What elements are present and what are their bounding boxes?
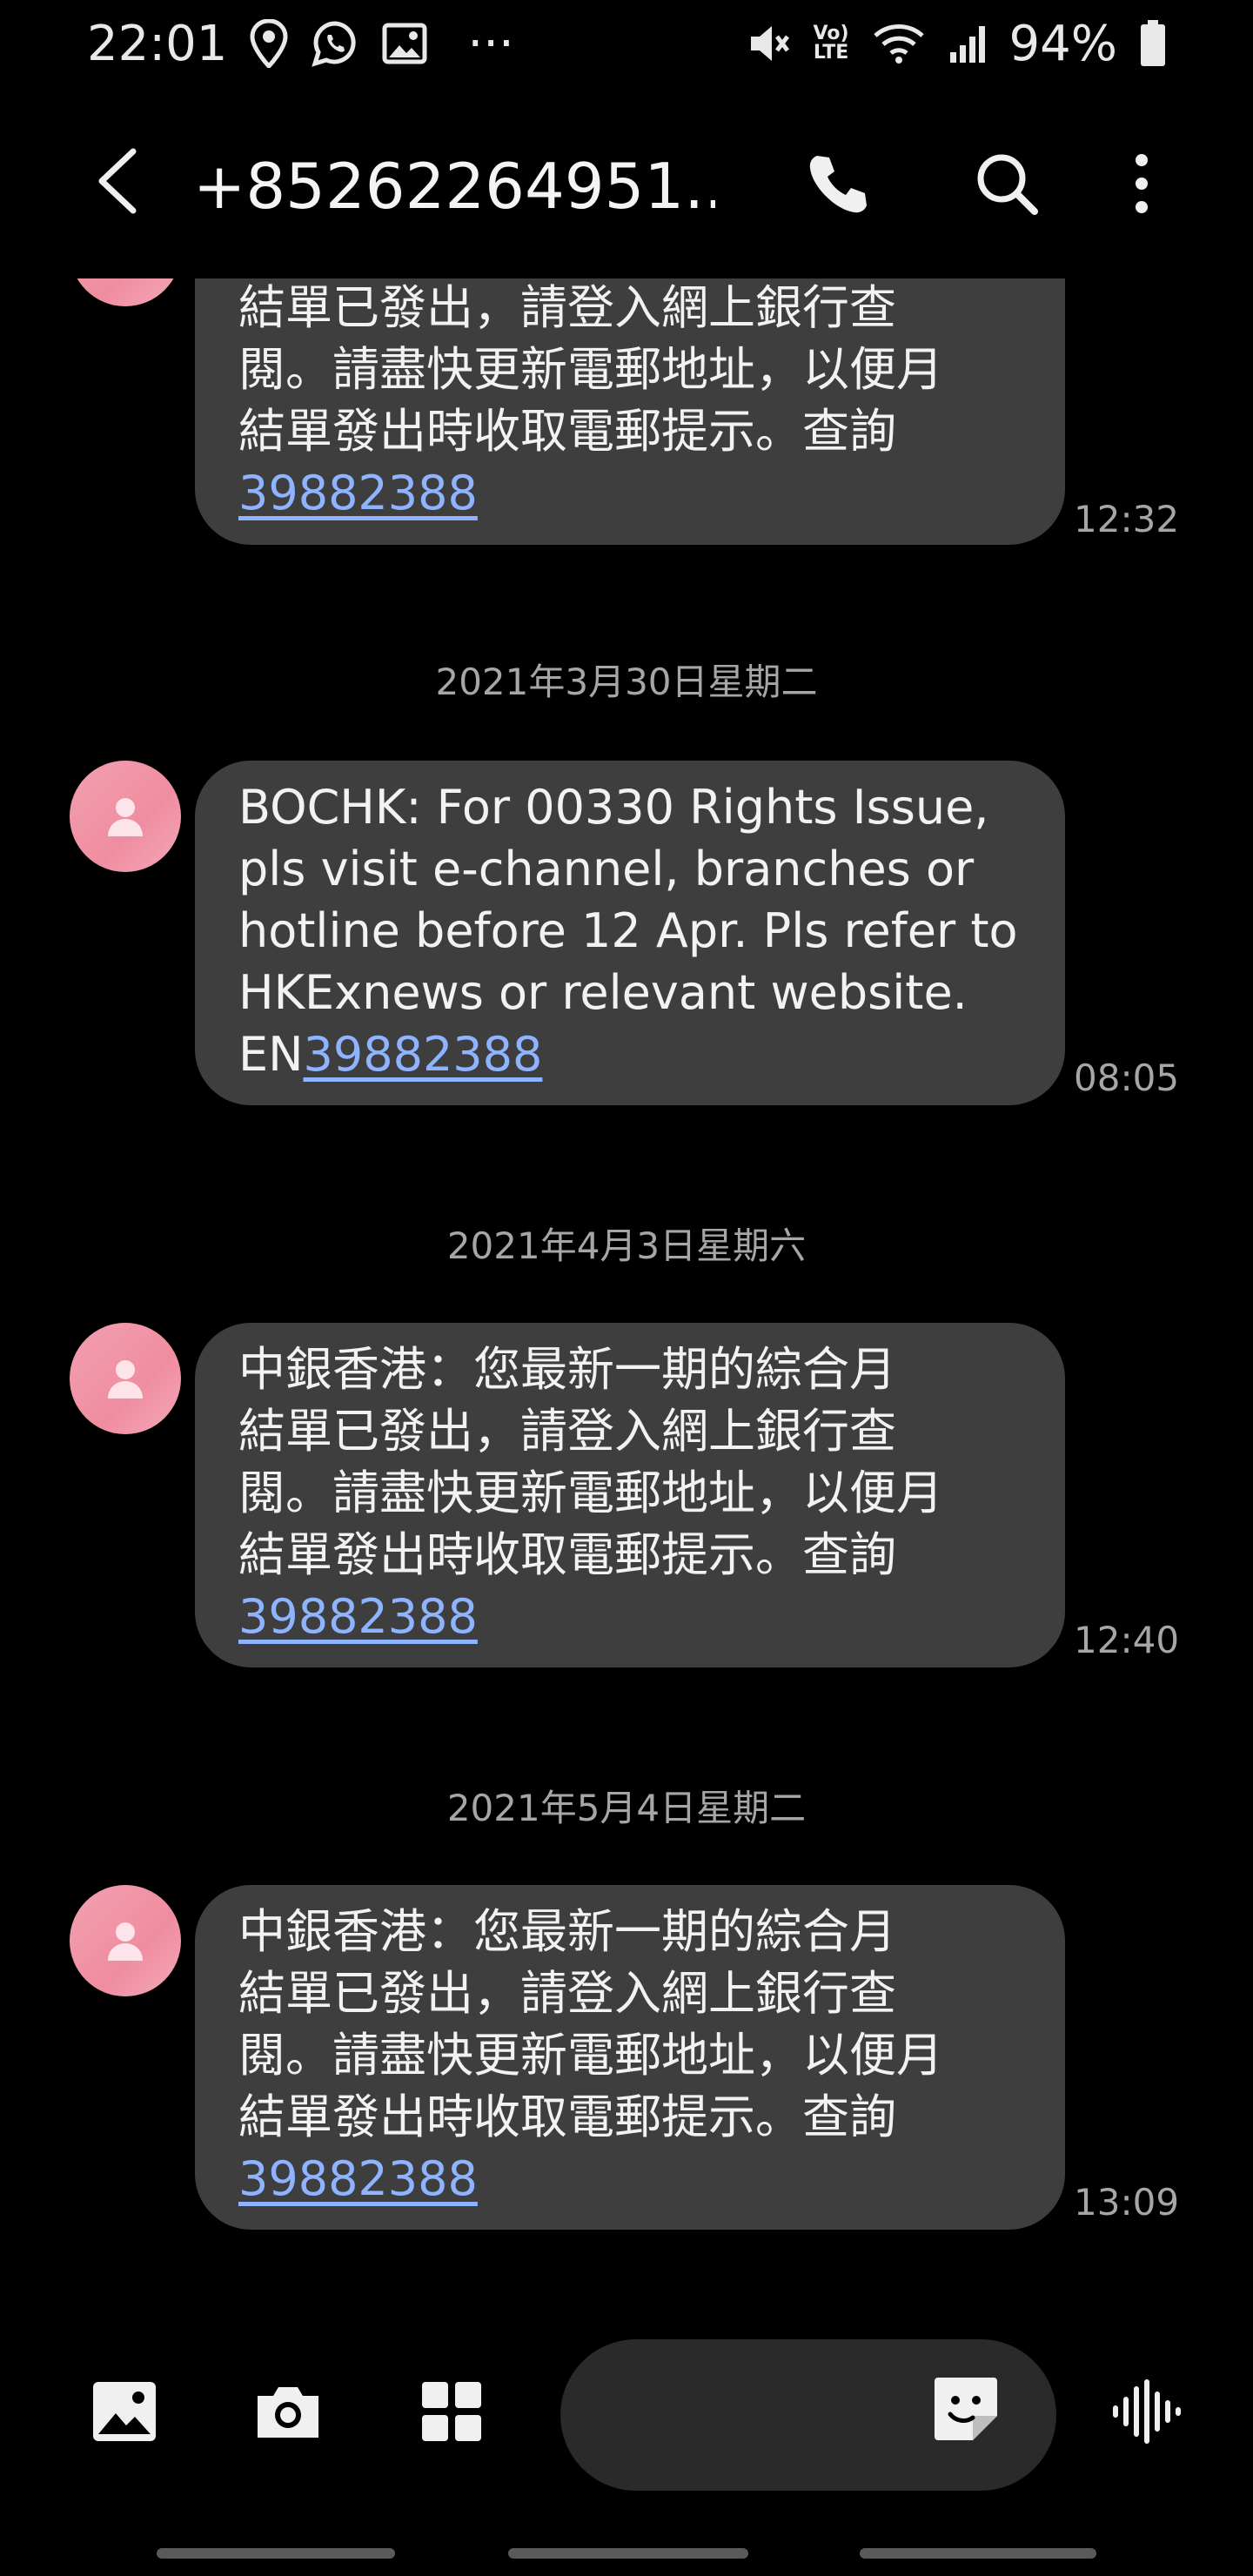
message-bubble[interactable]: 中銀香港：您最新一期的綜合月 結單已發出，請登入網上銀行查 閱。請盡快更新電郵地… — [195, 1323, 1065, 1667]
more-vert-icon — [1133, 153, 1150, 218]
call-button[interactable] — [799, 146, 877, 225]
person-icon — [108, 798, 143, 836]
phone-icon — [805, 151, 871, 220]
battery-percent: 94% — [1008, 15, 1117, 72]
phone-link[interactable]: 39882388 — [238, 466, 478, 520]
apps-button[interactable] — [404, 2365, 499, 2461]
phone-link[interactable]: 39882388 — [238, 2151, 478, 2206]
composer-bar — [0, 2332, 1253, 2491]
search-button[interactable] — [968, 146, 1046, 225]
message-line: 閱。請盡快更新電郵地址，以便月 — [238, 1466, 943, 1520]
volte-icon: Vo) LTE — [814, 24, 849, 63]
wifi-icon — [872, 22, 926, 65]
date-separator: 2021年4月3日星期六 — [446, 1224, 807, 1267]
message-line: BOCHK: For 00330 Rights Issue, — [238, 780, 989, 835]
mute-icon — [746, 21, 791, 66]
message-line: 結單已發出，請登入網上銀行查 — [238, 280, 896, 335]
nav-back-handle[interactable] — [860, 2548, 1096, 2559]
message-time: 08:05 — [1074, 1057, 1180, 1099]
whatsapp-icon — [311, 19, 359, 68]
back-arrow-icon — [95, 148, 138, 218]
person-icon — [108, 1360, 143, 1399]
message-time: 13:09 — [1074, 2181, 1180, 2224]
message-line: 結單發出時收取電郵提示。查詢 — [238, 2090, 896, 2144]
message-line: 中銀香港：您最新一期的綜合月 — [238, 1342, 896, 1397]
avatar[interactable] — [70, 1323, 181, 1434]
voice-wave-icon — [1111, 2379, 1181, 2447]
camera-button[interactable] — [240, 2365, 336, 2461]
nav-home-handle[interactable] — [508, 2548, 748, 2559]
message-line: HKExnews or relevant website. — [238, 965, 968, 1020]
message-bubble[interactable]: 中銀香港：您最新一期的綜合月 結單已發出，請登入網上銀行查 閱。請盡快更新電郵地… — [195, 1885, 1065, 2230]
message-time: 12:32 — [1074, 498, 1180, 540]
messages-screen: 22:01 ··· Vo) LTE 94% +85262264951... 結單… — [0, 0, 1253, 2576]
attach-image-button[interactable] — [77, 2365, 172, 2461]
date-separator: 2021年5月4日星期二 — [446, 1787, 807, 1829]
avatar[interactable] — [70, 278, 181, 306]
message-bubble[interactable]: BOCHK: For 00330 Rights Issue, pls visit… — [195, 761, 1065, 1105]
status-time: 22:01 — [87, 15, 228, 72]
gallery-icon — [382, 23, 427, 64]
app-bar: +85262264951... — [0, 131, 1253, 235]
message-line: 結單已發出，請登入網上銀行查 — [238, 1404, 896, 1459]
message-prefix: EN — [238, 1027, 304, 1082]
apps-grid-icon — [420, 2380, 483, 2446]
avatar[interactable] — [70, 1885, 181, 1996]
message-line: 閱。請盡快更新電郵地址，以便月 — [238, 2028, 943, 2083]
location-pin-icon — [250, 19, 288, 68]
date-separator: 2021年3月30日星期二 — [435, 661, 818, 703]
message-line: pls visit e-channel, branches or — [238, 842, 975, 896]
back-button[interactable] — [80, 146, 153, 219]
message-thread[interactable]: 結單已發出，請登入網上銀行查 閱。請盡快更新電郵地址，以便月 結單發出時收取電郵… — [0, 278, 1253, 2280]
message-line: hotline before 12 Apr. Pls refer to — [238, 903, 1018, 958]
status-bar-right: Vo) LTE 94% — [746, 16, 1166, 72]
message-bubble[interactable]: 結單已發出，請登入網上銀行查 閱。請盡快更新電郵地址，以便月 結單發出時收取電郵… — [195, 278, 1065, 545]
message-line: 中銀香港：您最新一期的綜合月 — [238, 1904, 896, 1959]
battery-icon — [1140, 20, 1166, 67]
navigation-bar — [0, 2532, 1253, 2576]
camera-icon — [254, 2384, 322, 2443]
message-line: 結單已發出，請登入網上銀行查 — [238, 1966, 896, 2021]
search-icon — [974, 151, 1040, 220]
message-time: 12:40 — [1074, 1619, 1180, 1661]
message-line: 結單發出時收取電郵提示。查詢 — [238, 404, 896, 459]
nav-recents-handle[interactable] — [157, 2548, 395, 2559]
gallery-icon — [91, 2380, 157, 2446]
phone-link[interactable]: 39882388 — [304, 1027, 543, 1082]
sticker-button[interactable] — [922, 2367, 1009, 2454]
status-more-indicator: ··· — [467, 15, 514, 72]
phone-link[interactable]: 39882388 — [238, 1589, 478, 1644]
avatar[interactable] — [70, 761, 181, 872]
voice-recorder-button[interactable] — [1098, 2365, 1194, 2461]
signal-icon — [948, 23, 987, 64]
volte-label-bottom: LTE — [813, 42, 849, 64]
volte-label-top: Vo) — [813, 23, 849, 44]
contact-title[interactable]: +85262264951... — [193, 150, 715, 223]
status-bar: 22:01 ··· Vo) LTE 94% — [0, 0, 1253, 87]
more-options-button[interactable] — [1116, 146, 1168, 225]
message-line: 結單發出時收取電郵提示。查詢 — [238, 1527, 896, 1582]
sticker-icon — [931, 2374, 1001, 2447]
status-bar-left: 22:01 ··· — [87, 16, 514, 72]
person-icon — [108, 1922, 143, 1961]
message-line: 閱。請盡快更新電郵地址，以便月 — [238, 342, 943, 397]
